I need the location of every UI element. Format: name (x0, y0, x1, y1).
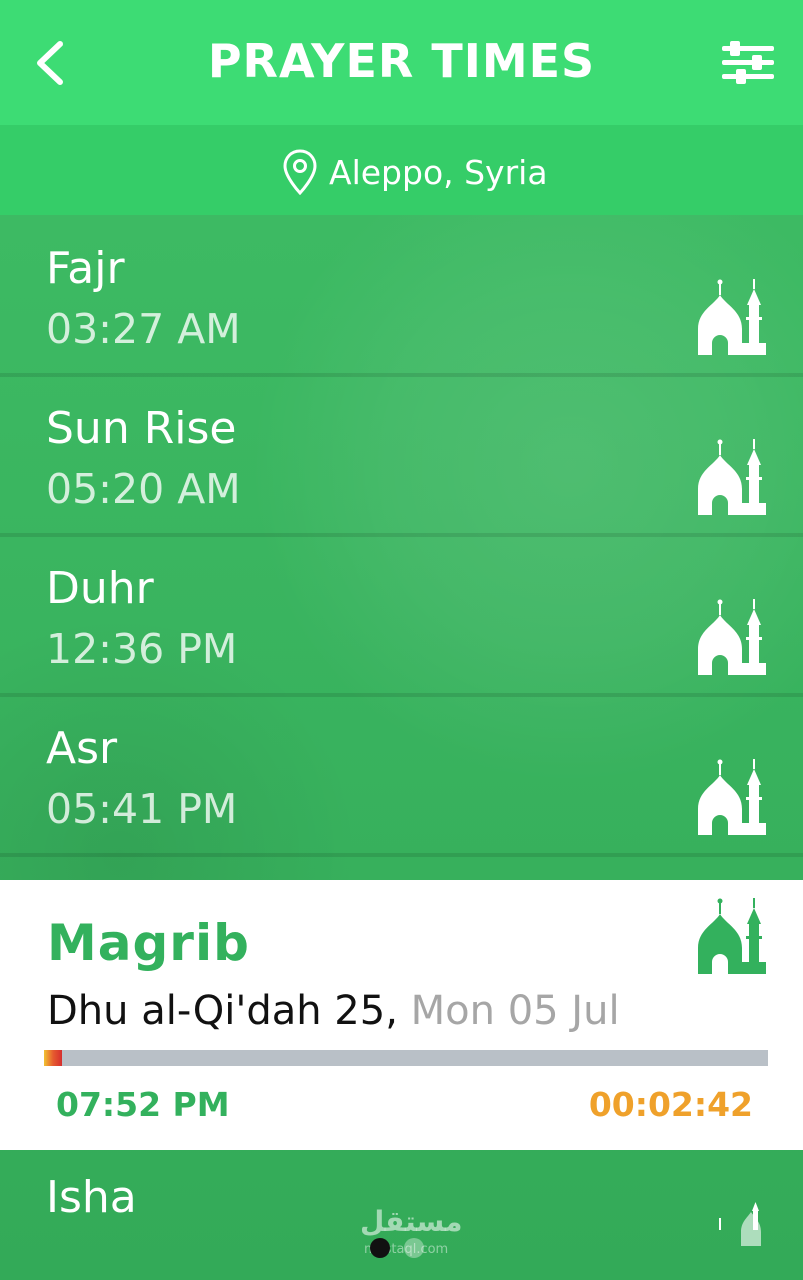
mosque-icon[interactable] (694, 757, 766, 837)
current-prayer-time: 07:52 PM (56, 1085, 230, 1124)
mosque-icon[interactable] (694, 597, 766, 677)
current-prayer-card[interactable]: Magrib Dhu al-Qi'dah 25, Mon 05 Jul 07:5… (0, 880, 803, 1150)
mosque-icon[interactable] (713, 1192, 763, 1248)
prayer-row-sunrise[interactable]: Sun Rise 05:20 AM (0, 375, 803, 537)
page-dot[interactable] (404, 1238, 424, 1258)
location-label: Aleppo, Syria (329, 152, 548, 192)
prayer-time: 05:41 PM (46, 785, 238, 833)
prayer-time: 12:36 PM (46, 625, 238, 673)
prayer-row-fajr[interactable]: Fajr 03:27 AM (0, 215, 803, 377)
page-dot-active[interactable] (370, 1238, 390, 1258)
watermark-logo: مستقل (360, 1205, 463, 1238)
page-title: PRAYER TIMES (207, 34, 596, 88)
prayer-name: Sun Rise (46, 403, 237, 454)
mosque-icon[interactable] (694, 896, 766, 976)
prayer-name: Fajr (46, 243, 125, 294)
prayer-row-asr[interactable]: Asr 05:41 PM (0, 695, 803, 857)
countdown-timer: 00:02:42 (588, 1085, 753, 1124)
sliders-icon[interactable] (722, 40, 774, 86)
prayer-row-duhr[interactable]: Duhr 12:36 PM (0, 535, 803, 697)
time-progress-bar (44, 1050, 768, 1066)
prayer-time: 05:20 AM (46, 465, 241, 513)
mosque-icon[interactable] (694, 277, 766, 357)
prayer-name: Isha (46, 1172, 137, 1223)
hijri-date: Dhu al-Qi'dah 25, (47, 988, 398, 1034)
time-progress-fill (44, 1050, 63, 1066)
location-pin-icon (283, 149, 317, 195)
current-prayer-name: Magrib (47, 914, 250, 972)
prayer-time: 03:27 AM (46, 305, 241, 353)
location-bar[interactable]: Aleppo, Syria (0, 125, 803, 215)
page-indicator (370, 1238, 430, 1262)
date-line: Dhu al-Qi'dah 25, Mon 05 Jul (47, 988, 620, 1034)
prayer-name: Asr (46, 723, 118, 774)
app-header: PRAYER TIMES (0, 0, 803, 125)
gregorian-date: Mon 05 Jul (410, 988, 620, 1034)
mosque-icon[interactable] (694, 437, 766, 517)
prayer-name: Duhr (46, 563, 154, 614)
